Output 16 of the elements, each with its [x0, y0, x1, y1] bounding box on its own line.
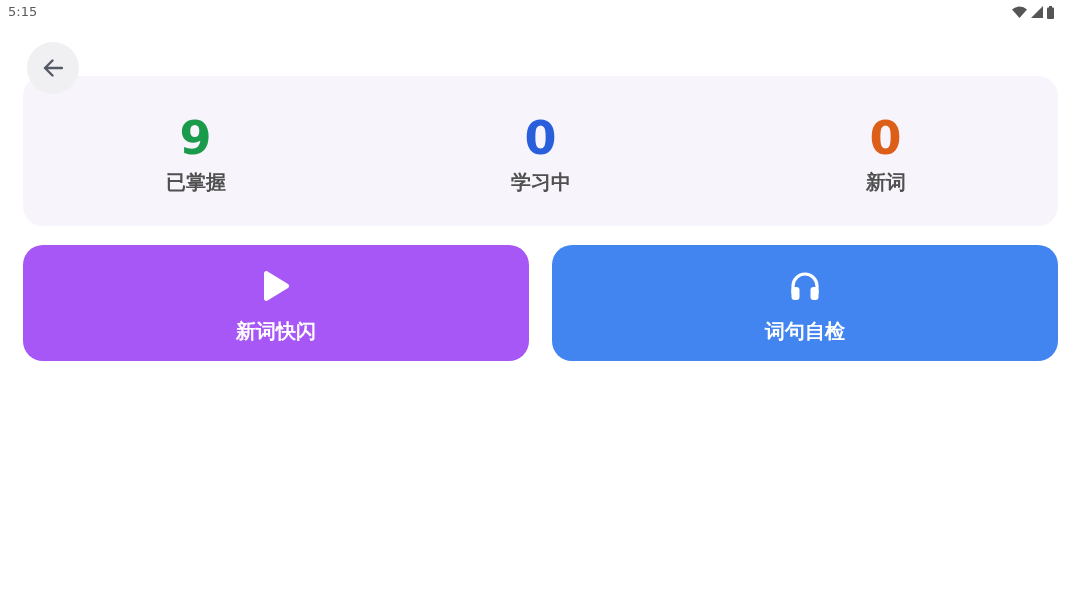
- status-time: 5:15: [8, 4, 38, 20]
- wifi-icon: [1012, 6, 1027, 18]
- arrow-left-icon: [43, 59, 63, 77]
- stat-value: 9: [179, 112, 212, 164]
- stat-value: 0: [869, 112, 902, 164]
- stat-value: 0: [524, 112, 557, 164]
- back-button[interactable]: [27, 42, 79, 94]
- self-test-button[interactable]: 词句自检: [552, 245, 1058, 361]
- stat-label: 学习中: [510, 169, 571, 195]
- battery-icon: [1047, 5, 1054, 19]
- flashcards-button[interactable]: 新词快闪: [23, 245, 529, 361]
- headphones-icon: [789, 270, 821, 302]
- stat-label: 已掌握: [165, 169, 226, 195]
- play-icon: [262, 270, 290, 302]
- stat-label: 新词: [865, 169, 906, 195]
- signal-icon: [1031, 6, 1043, 18]
